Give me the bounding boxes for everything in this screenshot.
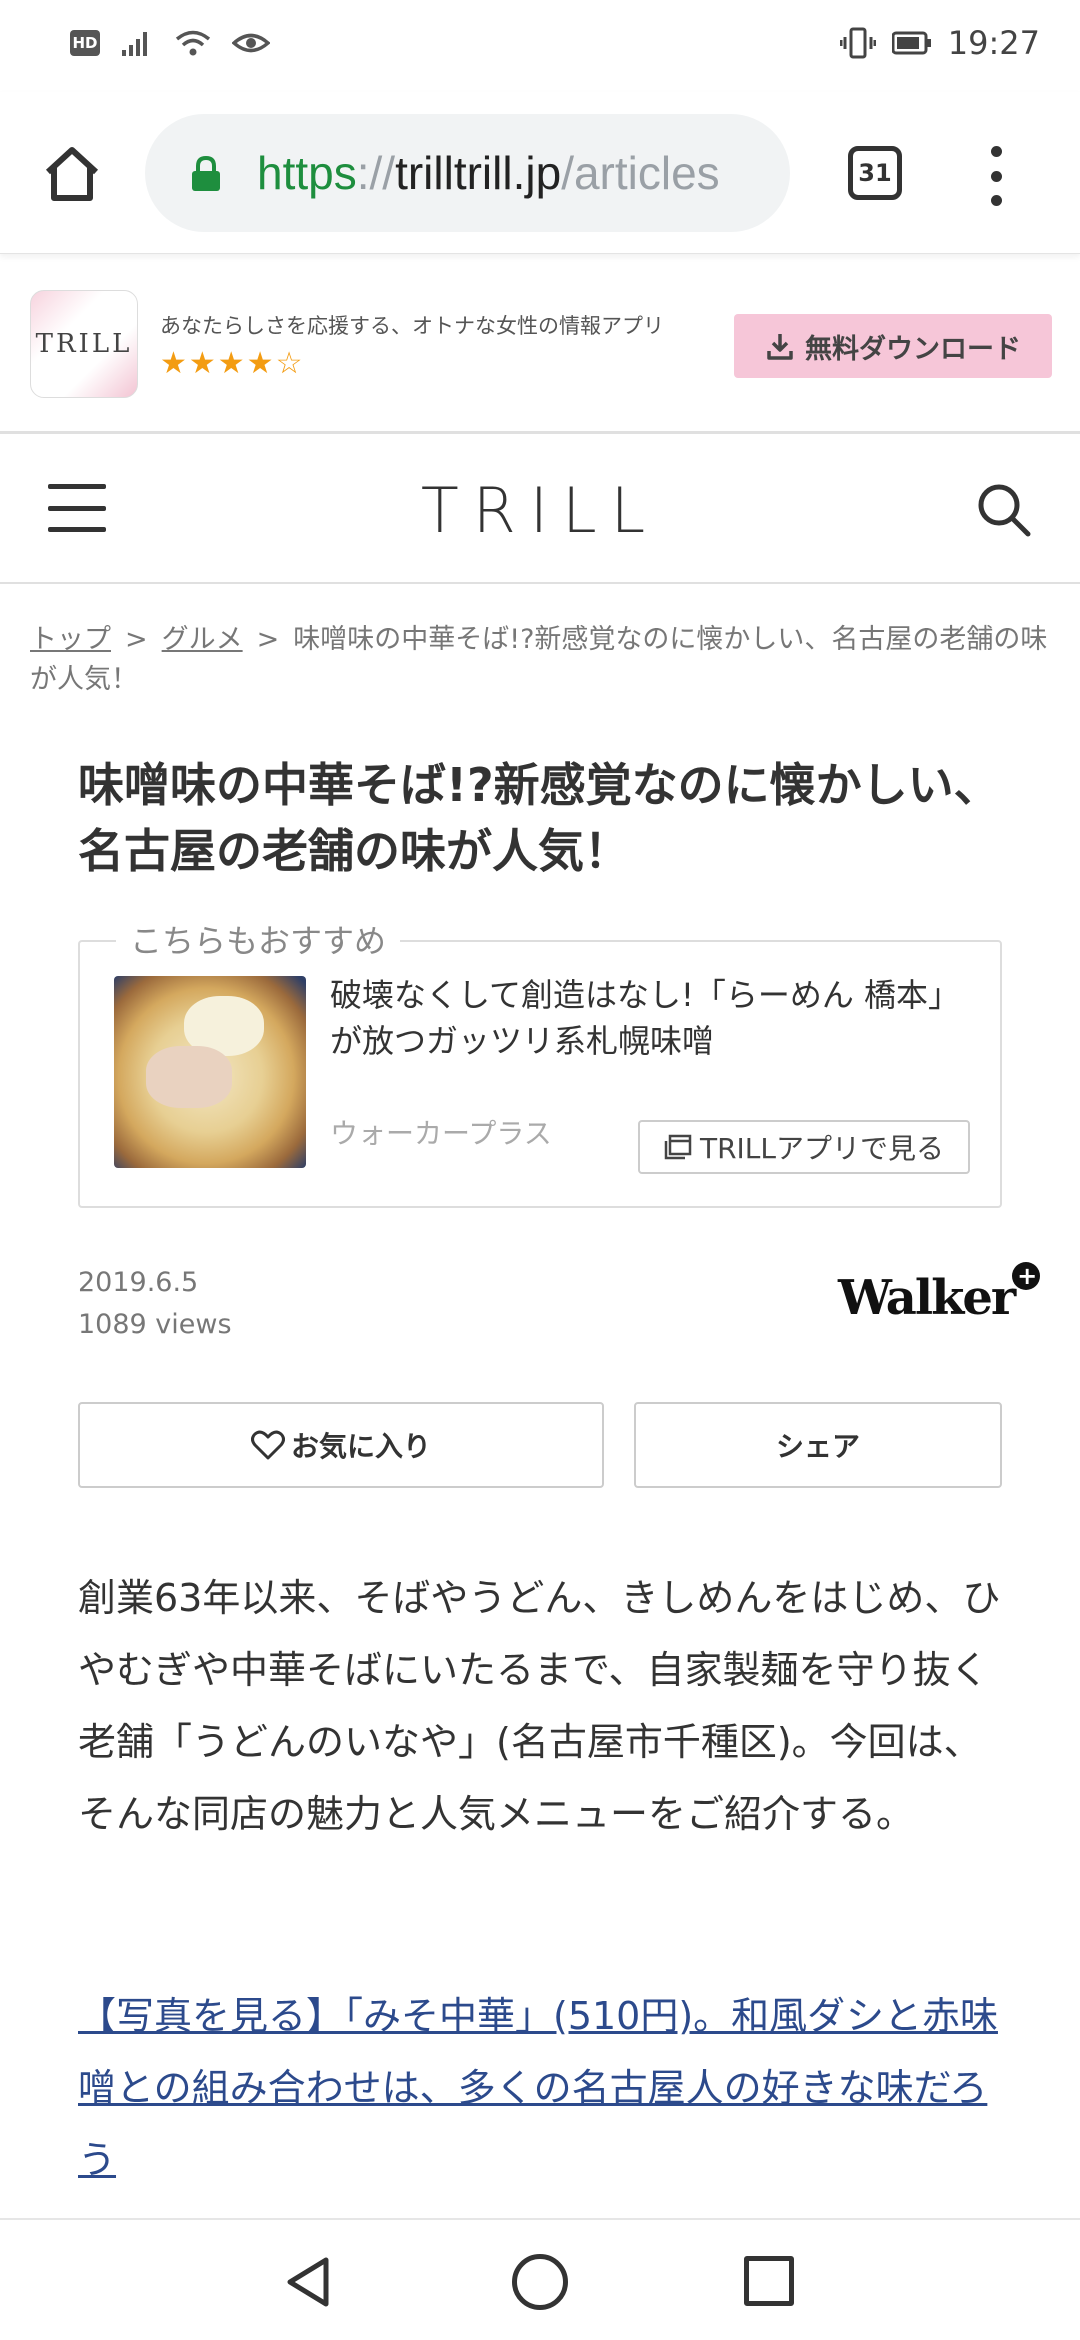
recommend-thumbnail[interactable] bbox=[114, 976, 306, 1168]
system-nav-bar bbox=[0, 2218, 1080, 2340]
favorite-label: お気に入り bbox=[290, 1430, 431, 1463]
article-meta: 2019.6.5 1089 views bbox=[78, 1262, 232, 1346]
open-in-app-button[interactable]: TRILLアプリで見る bbox=[638, 1120, 970, 1174]
favorite-button[interactable]: お気に入り bbox=[78, 1402, 604, 1488]
url-host: trilltrill.jp bbox=[395, 147, 562, 199]
download-button[interactable]: 無料ダウンロード bbox=[734, 314, 1052, 378]
home-icon[interactable] bbox=[40, 142, 104, 206]
app-tagline: あなたらしさを応援する、オトナな女性の情報アプリ bbox=[160, 314, 664, 338]
site-logo[interactable]: TRILL bbox=[0, 474, 1080, 547]
wifi-icon bbox=[175, 30, 211, 56]
overflow-menu-icon[interactable] bbox=[984, 146, 1008, 206]
app-rating-stars: ★★★★☆ bbox=[160, 346, 305, 381]
app-icon[interactable]: TRILL bbox=[30, 290, 138, 398]
recommend-title[interactable]: 破壊なくして創造はなし!「らーめん 橋本」が放つガッツリ系札幌味噌 bbox=[330, 972, 970, 1064]
recent-apps-icon[interactable] bbox=[744, 2256, 794, 2306]
window-icon bbox=[664, 1134, 692, 1160]
hd-badge: HD bbox=[70, 30, 100, 56]
breadcrumb-separator: > bbox=[256, 624, 280, 655]
url-separator: :// bbox=[356, 147, 396, 199]
back-icon[interactable] bbox=[282, 2254, 338, 2310]
download-icon bbox=[767, 334, 793, 360]
tab-switcher-button[interactable]: 31 bbox=[848, 146, 902, 200]
recommend-source: ウォーカープラス bbox=[330, 1117, 552, 1150]
photo-link[interactable]: 【写真を見る】「みそ中華」(510円)。和風ダシと赤味噌との組み合わせは、多くの… bbox=[78, 1980, 1018, 2196]
publisher-logo: Walker + bbox=[838, 1262, 1041, 1326]
signal-icon bbox=[122, 32, 147, 56]
search-icon[interactable] bbox=[974, 480, 1034, 540]
breadcrumb-link-top[interactable]: トップ bbox=[30, 624, 111, 655]
recommend-label: こちらもおすすめ bbox=[116, 916, 401, 962]
battery-icon bbox=[891, 31, 931, 55]
eye-icon bbox=[232, 33, 270, 53]
address-bar[interactable]: https://trilltrill.jp/articles bbox=[145, 114, 790, 232]
breadcrumb: トップ > グルメ > 味噌味の中華そば!?新感覚なのに懐かしい、名古屋の老舗の味が人気… bbox=[30, 620, 1060, 700]
breadcrumb-link-gourmet[interactable]: グルメ bbox=[162, 624, 243, 655]
app-banner: TRILL あなたらしさを応援する、オトナな女性の情報アプリ ★★★★☆ 無料ダ… bbox=[0, 262, 1080, 434]
download-label: 無料ダウンロード bbox=[805, 333, 1021, 365]
article-date: 2019.6.5 bbox=[78, 1267, 199, 1298]
article-body: 創業63年以来、そばやうどん、きしめんをはじめ、ひやむぎや中華そばにいたるまで、… bbox=[78, 1576, 1001, 1836]
vibrate-icon bbox=[839, 27, 876, 59]
lock-icon bbox=[192, 156, 220, 191]
url-scheme: https bbox=[257, 147, 357, 199]
article-title: 味噌味の中華そば!?新感覚なのに懐かしい、名古屋の老舗の味が人気！ bbox=[78, 758, 1000, 878]
article-views: 1089 views bbox=[78, 1309, 232, 1340]
recommend-card[interactable]: こちらもおすすめ 破壊なくして創造はなし!「らーめん 橋本」が放つガッツリ系札幌… bbox=[78, 916, 1002, 1208]
status-bar: HD 19:27 bbox=[0, 0, 1080, 92]
url-path: /articles bbox=[561, 147, 720, 199]
browser-toolbar: https://trilltrill.jp/articles 31 bbox=[0, 92, 1080, 254]
home-nav-icon[interactable] bbox=[512, 2254, 568, 2310]
status-time: 19:27 bbox=[947, 24, 1040, 62]
open-in-app-label: TRILLアプリで見る bbox=[699, 1132, 945, 1165]
breadcrumb-separator: > bbox=[125, 624, 148, 655]
site-header: TRILL bbox=[0, 436, 1080, 584]
share-button[interactable]: シェア bbox=[634, 1402, 1002, 1488]
url-text[interactable]: https://trilltrill.jp/articles bbox=[257, 146, 720, 200]
heart-icon bbox=[250, 1430, 285, 1460]
